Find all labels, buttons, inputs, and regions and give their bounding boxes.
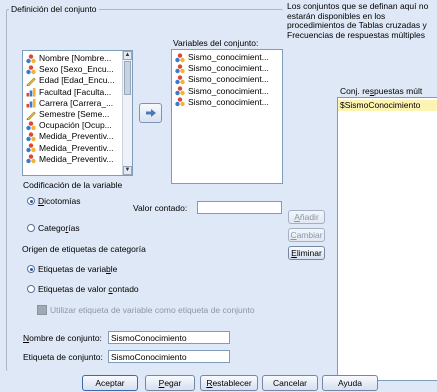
variable-list-item[interactable]: Edad [Edad_Encu... (23, 75, 122, 87)
variable-label: Sismo_conocimient... (188, 85, 269, 96)
reset-button[interactable]: Restablecer (200, 375, 258, 391)
use-label-checkbox[interactable] (37, 305, 47, 315)
variable-label: Sismo_conocimient... (188, 52, 269, 62)
nominal-icon (26, 121, 36, 131)
counted-values-radio[interactable] (27, 285, 35, 293)
scroll-down-icon[interactable]: ▼ (123, 166, 132, 175)
set-label-label: Etiqueta de conjunto: (23, 352, 103, 362)
variable-list-item[interactable]: Sismo_conocimient... (172, 63, 282, 74)
change-button[interactable]: Cambiar (288, 228, 325, 242)
coding-label: Codificación de la variable (23, 180, 123, 190)
dichotomies-radio[interactable] (27, 197, 35, 205)
variable-labels-label[interactable]: Etiquetas de variable (38, 264, 117, 274)
definition-group-legend: Definición del conjunto (11, 4, 97, 14)
variable-label: Carrera [Carrera_... (39, 97, 114, 108)
counted-value-input[interactable] (197, 201, 282, 214)
variable-list-item[interactable]: Medida_Preventiv... (23, 143, 122, 154)
set-variables-label: Variables del conjunto: (173, 38, 259, 48)
nominal-icon (26, 143, 36, 153)
nominal-icon (175, 75, 185, 85)
variable-label: Sismo_conocimient... (188, 74, 269, 85)
source-variables-list[interactable]: Nombre [Nombre... Sexo [Sexo_Encu... Edad … (22, 50, 133, 176)
variable-list-item[interactable]: Sismo_conocimient... (172, 86, 282, 97)
variable-label: Edad [Edad_Encu... (39, 75, 115, 86)
scroll-up-icon[interactable]: ▲ (123, 51, 132, 60)
variable-label: Facultad [Faculta... (39, 86, 112, 97)
variable-label: Nombre [Nombre... (39, 53, 112, 63)
cancel-button[interactable]: Cancelar (262, 375, 318, 391)
set-name-label: Nombre de conjunto: (23, 333, 102, 343)
set-variables-list[interactable]: Sismo_conocimient... Sismo_conocimient...… (171, 49, 283, 184)
counted-value-label: Valor contado: (133, 203, 188, 213)
set-variables-items: Sismo_conocimient... Sismo_conocimient...… (172, 50, 282, 108)
categories-label[interactable]: Categorías (38, 223, 80, 233)
paste-button[interactable]: Pegar (145, 375, 195, 391)
variable-label: Sismo_conocimient... (188, 63, 269, 74)
variable-label: Ocupación [Ocup... (39, 120, 112, 131)
ordinal-icon (26, 98, 36, 108)
variable-list-item[interactable]: Medida_Preventiv... (23, 131, 122, 142)
scale-icon (26, 76, 36, 87)
variable-list-item[interactable]: Nombre [Nombre... (23, 53, 122, 64)
categories-radio[interactable] (27, 224, 35, 232)
dichotomies-label[interactable]: Dicotomías (38, 196, 81, 206)
source-variables-items: Nombre [Nombre... Sexo [Sexo_Encu... Edad … (23, 51, 122, 165)
variable-label: Sexo [Sexo_Encu... (39, 64, 114, 75)
nominal-icon (175, 64, 185, 74)
nominal-icon (26, 53, 36, 64)
variable-list-item[interactable]: Medida_Preventiv... (23, 154, 122, 165)
variable-label: Medida_Preventiv... (39, 153, 114, 164)
nominal-icon (26, 154, 36, 164)
variable-list-item[interactable]: Facultad [Faculta... (23, 87, 122, 98)
variable-list-item[interactable]: Sismo_conocimient... (172, 74, 282, 85)
remove-button[interactable]: Eliminar (288, 246, 325, 260)
nominal-icon (175, 86, 185, 96)
variable-labels-radio[interactable] (27, 265, 35, 273)
ordinal-icon (26, 87, 36, 97)
variable-list-item[interactable]: Semestre [Seme... (23, 108, 122, 121)
info-text: Los conjuntos que se definan aquí no est… (287, 1, 429, 40)
variable-list-item[interactable]: Sexo [Sexo_Encu... (23, 64, 122, 75)
counted-values-label[interactable]: Etiquetas de valor contado (38, 284, 139, 294)
nominal-icon (26, 65, 36, 75)
variable-label: Medida_Preventiv... (39, 142, 114, 153)
help-button[interactable]: Ayuda (322, 375, 378, 391)
move-to-set-button[interactable] (139, 103, 162, 123)
add-button[interactable]: Añadir (288, 210, 325, 224)
scroll-thumb[interactable] (124, 61, 131, 95)
use-label-checkbox-label: Utilizar etiqueta de variable como etiqu… (50, 305, 255, 315)
variable-label: Medida_Preventiv... (39, 131, 114, 142)
variable-list-item[interactable]: Carrera [Carrera_... (23, 98, 122, 109)
response-sets-list[interactable]: $SismoConocimiento (337, 97, 437, 381)
variable-label: Semestre [Seme... (39, 108, 110, 119)
ok-button[interactable]: Aceptar (82, 375, 138, 391)
set-label-input[interactable] (108, 350, 230, 363)
response-set-item[interactable]: $SismoConocimiento (338, 100, 437, 111)
variable-label: Sismo_conocimient... (188, 96, 269, 107)
response-sets-label: Conj. respuestas múlt (340, 86, 423, 96)
source-list-scrollbar[interactable]: ▲ ▼ (122, 51, 132, 175)
scale-icon (26, 110, 36, 121)
nominal-icon (175, 97, 185, 107)
variable-list-item[interactable]: Ocupación [Ocup... (23, 120, 122, 131)
nominal-icon (175, 52, 185, 63)
variable-list-item[interactable]: Sismo_conocimient... (172, 52, 282, 63)
variable-list-item[interactable]: Sismo_conocimient... (172, 97, 282, 108)
category-labels-origin-heading: Origen de etiquetas de categoría (22, 244, 146, 254)
nominal-icon (26, 132, 36, 142)
arrow-right-icon (145, 109, 156, 117)
set-name-input[interactable] (108, 331, 230, 344)
